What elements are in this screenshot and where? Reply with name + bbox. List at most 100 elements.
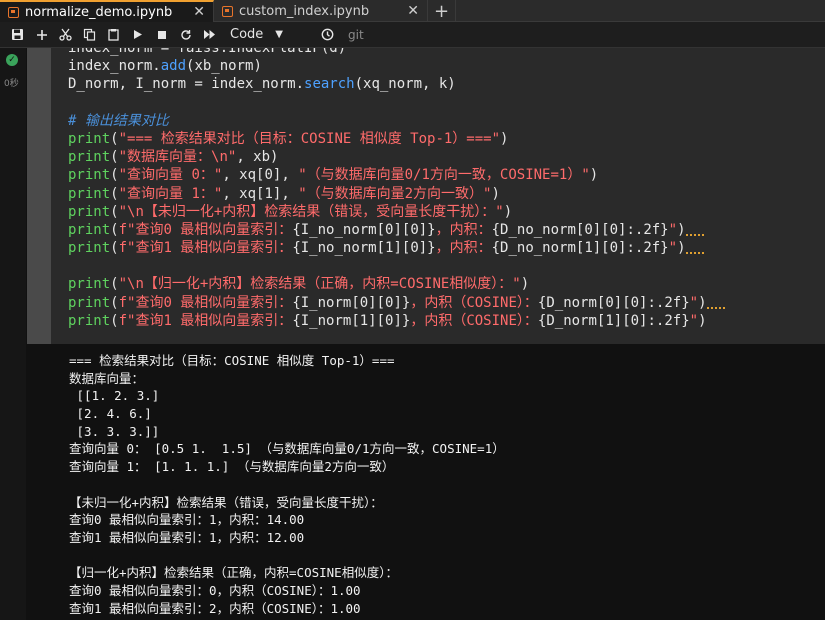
code-token: ) [520, 276, 530, 293]
code-token: ], [272, 167, 299, 184]
code-token: ( [110, 149, 119, 166]
code-token: ( [110, 130, 119, 147]
cut-button[interactable] [54, 24, 77, 46]
paste-button[interactable] [102, 24, 125, 46]
tab-normalize-demo[interactable]: normalize_demo.ipynb ✕ [0, 0, 214, 22]
cell-gutter: ✓ 0秒 [0, 48, 26, 620]
run-button[interactable] [126, 24, 149, 46]
code-token: "（与数据库向量2方向一致）" [298, 185, 492, 202]
chevron-down-icon: ▼ [275, 29, 283, 40]
insert-cell-button[interactable] [30, 24, 53, 46]
code-token: ( [110, 240, 119, 257]
code-token: {I_no_norm[0][0]} [292, 221, 436, 238]
code-token: "（与数据库向量0/1方向一致，COSINE=1）" [298, 167, 590, 184]
copy-button[interactable] [78, 24, 101, 46]
warning-squiggle [685, 224, 704, 236]
output-line: 数据库向量： [69, 370, 145, 386]
code-token: " [689, 312, 699, 329]
output-line: 查询0 最相似向量索引：1，内积：14.00 [69, 512, 305, 528]
code-token: ，内积（COSINE）： [410, 312, 538, 329]
code-token: " [689, 294, 699, 311]
code-line: print("查询向量 0：", xq[0], "（与数据库向量0/1方向一致，… [68, 166, 725, 184]
code-token: ], [272, 185, 299, 202]
save-button[interactable] [6, 24, 29, 46]
close-icon[interactable]: ✕ [193, 4, 205, 20]
code-line: print("查询向量 1：", xq[1], "（与数据库向量2方向一致）") [68, 185, 725, 203]
code-token: 0 [264, 167, 273, 184]
output-line: [[1. 2. 3.] [69, 388, 160, 404]
clock-icon [321, 28, 334, 41]
cell-type-select[interactable]: Code ▼ [230, 27, 316, 42]
tab-label: custom_index.ipynb [239, 3, 370, 19]
code-line: print(f"查询1 最相似向量索引：{I_no_norm[1][0]}，内积… [68, 239, 725, 257]
run-all-button[interactable] [198, 24, 221, 46]
code-token: " [668, 221, 678, 238]
code-token: ( [110, 167, 119, 184]
code-token: ( [110, 312, 119, 329]
code-token: , xq[ [222, 185, 265, 202]
output-line: 【未归一化+内积】检索结果（错误，受向量长度干扰）： [69, 494, 383, 510]
code-line: print(f"查询0 最相似向量索引：{I_no_norm[0][0]}，内积… [68, 221, 725, 239]
history-button[interactable] [316, 24, 339, 46]
output-line: 查询0 最相似向量索引：0，内积（COSINE）：1.00 [69, 582, 361, 598]
code-cell-input[interactable]: index_norm = faiss.IndexFlatIP(d) index_n… [51, 48, 825, 344]
warning-squiggle [685, 242, 704, 255]
cell-collapse-bar[interactable] [27, 48, 51, 344]
code-token: ( [110, 294, 119, 311]
code-token: f"查询0 最相似向量索引： [118, 294, 293, 311]
code-token: print [68, 149, 111, 166]
close-icon[interactable]: ✕ [407, 3, 419, 19]
code-token: ( [110, 203, 119, 220]
code-token: ，内积（COSINE）： [410, 294, 538, 311]
cell-type-value: Code [230, 27, 264, 42]
tab-custom-index[interactable]: custom_index.ipynb ✕ [214, 0, 428, 22]
code-token: ) [677, 221, 686, 238]
code-token: ) [677, 240, 686, 257]
scissors-icon [59, 28, 72, 41]
code-token: {D_norm[1][0]:.2f} [537, 312, 690, 329]
code-token: print [68, 221, 111, 238]
code-token: ) [503, 203, 513, 220]
code-token: print [68, 203, 111, 220]
code-token: ( [110, 221, 119, 238]
new-tab-button[interactable]: + [428, 0, 456, 22]
code-token: index_norm = faiss.IndexFlatIP(d) [68, 48, 347, 56]
code-token: "=== 检索结果对比（目标：COSINE 相似度 Top-1）===" [118, 130, 501, 147]
code-line: D_norm, I_norm = index_norm.search(xq_no… [68, 75, 725, 93]
code-token: (xb_norm) [186, 58, 262, 75]
code-token: ，内积： [435, 240, 492, 257]
code-editor[interactable]: index_norm = faiss.IndexFlatIP(d) index_n… [68, 48, 725, 330]
code-token: " [668, 240, 678, 257]
check-icon: ✓ [6, 54, 18, 66]
code-token: index_norm. [68, 58, 161, 75]
code-token: ) [589, 167, 599, 184]
code-token: {I_norm[1][0]} [292, 312, 411, 329]
tab-label: normalize_demo.ipynb [25, 4, 173, 20]
code-token: "\n【未归一化+内积】检索结果（错误，受向量长度干扰）：" [118, 203, 504, 220]
code-token: "数据库向量：\n" [118, 149, 237, 166]
warning-squiggle [706, 297, 725, 309]
code-token: f"查询1 最相似向量索引： [118, 240, 293, 257]
play-icon [134, 30, 142, 39]
restart-button[interactable] [174, 24, 197, 46]
code-token: print [68, 240, 111, 257]
code-token: {D_norm[0][0]:.2f} [537, 294, 690, 311]
clipboard-icon [108, 29, 119, 41]
output-line: 查询向量 1： [1. 1. 1.] （与数据库向量2方向一致） [69, 459, 395, 475]
stop-button[interactable] [150, 24, 173, 46]
git-label[interactable]: git [348, 28, 364, 42]
code-line: print(f"查询0 最相似向量索引：{I_norm[0][0]}，内积（CO… [68, 294, 725, 312]
code-token: {D_no_norm[1][0]:.2f} [491, 240, 669, 257]
code-token: , xb) [236, 149, 279, 166]
code-token: ) [491, 185, 500, 202]
output-line: 查询1 最相似向量索引：1，内积：12.00 [69, 529, 305, 545]
code-token: ) [500, 130, 509, 147]
code-token: {I_no_norm[1][0]} [292, 240, 436, 257]
code-token: # 输出结果对比 [68, 112, 169, 129]
code-token: , xq[ [222, 167, 265, 184]
code-token: f"查询1 最相似向量索引： [118, 312, 293, 329]
save-icon [12, 29, 23, 40]
